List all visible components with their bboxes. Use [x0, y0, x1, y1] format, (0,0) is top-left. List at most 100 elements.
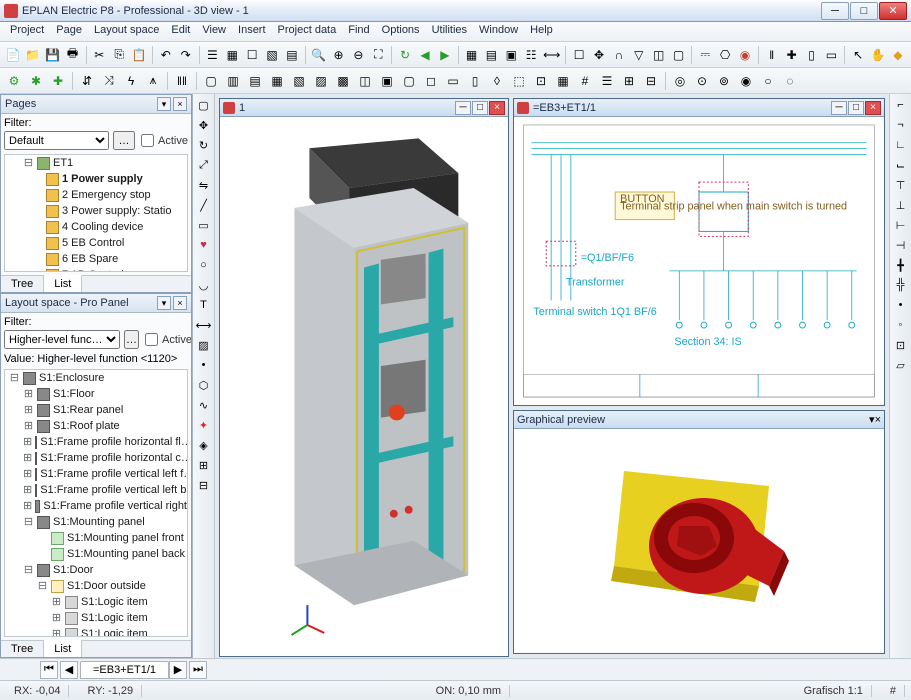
doc-nav-first-icon[interactable]: ⏮	[40, 661, 58, 679]
menu-layoutspace[interactable]: Layout space	[88, 22, 165, 41]
doc-nav-last-icon[interactable]: ⏭	[189, 661, 207, 679]
expand-icon[interactable]: ⊞	[23, 418, 34, 434]
tb-select-icon[interactable]: ☐	[570, 45, 588, 65]
pages-tree-item[interactable]: 5 EB Control	[5, 235, 187, 251]
tb2-m1-icon[interactable]: ▢	[201, 71, 221, 91]
layout-tree-item[interactable]: ⊞S1:Logic item	[5, 610, 187, 626]
tb-frame-icon[interactable]: ▯	[803, 45, 821, 65]
pages-tree-item[interactable]: 2 Emergency stop	[5, 187, 187, 203]
vtr-12-icon[interactable]: ◦	[892, 316, 910, 334]
tb2-m7-icon[interactable]: ▩	[333, 71, 353, 91]
tb-cut-icon[interactable]: ✂	[90, 45, 108, 65]
layout-tree-item[interactable]: ⊟S1:Mounting panel	[5, 514, 187, 530]
tb2-m15-icon[interactable]: ⬚	[509, 71, 529, 91]
layout-tree-item[interactable]: ⊞S1:Logic item	[5, 594, 187, 610]
tb2-n6-icon[interactable]: ◌	[780, 71, 800, 91]
expand-icon[interactable]: ⊞	[23, 434, 32, 450]
minimize-button[interactable]: ─	[821, 2, 849, 20]
tb-magnet-icon[interactable]: ∩	[610, 45, 628, 65]
tb-zoom-area-icon[interactable]: 🔍	[310, 45, 328, 65]
pages-tree-item[interactable]: 3 Power supply: Statio	[5, 203, 187, 219]
menu-insert[interactable]: Insert	[232, 22, 272, 41]
tree-root[interactable]: ⊟ET1	[5, 155, 187, 171]
tb2-m5-icon[interactable]: ▧	[289, 71, 309, 91]
filter-select[interactable]: Higher-level func…	[4, 330, 120, 349]
tb2-m3-icon[interactable]: ▤	[245, 71, 265, 91]
tb2-m21-icon[interactable]: ⊟	[641, 71, 661, 91]
vt-dim-icon[interactable]: ⟷	[195, 316, 213, 334]
vt-select-icon[interactable]: ▢	[195, 96, 213, 114]
tb2-lines-icon[interactable]: ‖‖	[172, 71, 192, 91]
tb2-m4-icon[interactable]: ▦	[267, 71, 287, 91]
window-close-icon[interactable]: ×	[865, 101, 881, 115]
vtr-10-icon[interactable]: ╬	[892, 276, 910, 294]
tb2-merge-icon[interactable]: ϟ	[121, 71, 141, 91]
vtr-2-icon[interactable]: ¬	[892, 116, 910, 134]
tb-calendar-icon[interactable]: ▤	[283, 45, 301, 65]
tb2-m6-icon[interactable]: ▨	[311, 71, 331, 91]
tb-zoom-in-icon[interactable]: ⊕	[330, 45, 348, 65]
expand-icon[interactable]: ⊞	[23, 402, 34, 418]
tb2-link-icon[interactable]: ⇵	[77, 71, 97, 91]
tb2-puzzle-icon[interactable]: ✱	[26, 71, 46, 91]
layout-tree-item[interactable]: S1:Mounting panel back	[5, 546, 187, 562]
vt-scale-icon[interactable]: ⤢	[195, 156, 213, 174]
vtr-9-icon[interactable]: ╋	[892, 256, 910, 274]
menu-options[interactable]: Options	[376, 22, 426, 41]
layout-tree-item[interactable]: ⊞S1:Floor	[5, 386, 187, 402]
tb-net-icon[interactable]: ◉	[736, 45, 754, 65]
vtr-11-icon[interactable]: •	[892, 296, 910, 314]
tb2-n4-icon[interactable]: ◉	[736, 71, 756, 91]
tb-align-icon[interactable]: ☷	[522, 45, 540, 65]
maximize-button[interactable]: □	[850, 2, 878, 20]
tb2-plus-icon[interactable]: ✚	[48, 71, 68, 91]
vt-arc-icon[interactable]: ◡	[195, 276, 213, 294]
tb2-n1-icon[interactable]: ◎	[670, 71, 690, 91]
tb-arrow-left-icon[interactable]: ◀	[416, 45, 434, 65]
tb-snap-icon[interactable]: ▣	[502, 45, 520, 65]
panel-close-icon[interactable]: ×	[875, 414, 881, 426]
tb2-m18-icon[interactable]: #	[575, 71, 595, 91]
tb-redo-icon[interactable]: ↷	[177, 45, 195, 65]
filter-active-checkbox[interactable]	[141, 134, 154, 147]
tb-move-icon[interactable]: ✥	[590, 45, 608, 65]
tb2-m9-icon[interactable]: ▣	[377, 71, 397, 91]
vt-poly-icon[interactable]: ⬡	[195, 376, 213, 394]
expand-icon[interactable]: ⊞	[23, 450, 32, 466]
expand-icon[interactable]: ⊞	[51, 626, 62, 637]
doc-nav-next-icon[interactable]: ▶	[169, 661, 187, 679]
tb-arrow-right-icon[interactable]: ▶	[436, 45, 454, 65]
tb-copy-icon[interactable]: ⎘	[110, 45, 128, 65]
vt-circle-icon[interactable]: ○	[195, 256, 213, 274]
expand-icon[interactable]: ⊞	[51, 594, 62, 610]
tb-page-nav-icon[interactable]: ▧	[263, 45, 281, 65]
vt-rect-icon[interactable]: ▭	[195, 216, 213, 234]
layout-tree-item[interactable]: ⊞S1:Frame profile vertical right	[5, 498, 187, 514]
pages-tree-item[interactable]: 6 EB Spare	[5, 251, 187, 267]
vt-move-icon[interactable]: ✥	[195, 116, 213, 134]
tb-connect-icon[interactable]: ⎔	[716, 45, 734, 65]
layout-tree-item[interactable]: ⊟S1:Door outside	[5, 578, 187, 594]
expand-icon[interactable]: ⊟	[37, 578, 48, 594]
vtr-8-icon[interactable]: ⊣	[892, 236, 910, 254]
tb-wire-icon[interactable]: ⎓	[696, 45, 714, 65]
tb2-n5-icon[interactable]: ○	[758, 71, 778, 91]
vt-rotate-icon[interactable]: ↻	[195, 136, 213, 154]
panel-close-icon[interactable]: ×	[173, 97, 187, 111]
tab-list[interactable]: List	[44, 275, 82, 292]
menu-utilities[interactable]: Utilities	[426, 22, 473, 41]
tb2-n3-icon[interactable]: ⊚	[714, 71, 734, 91]
vtr-6-icon[interactable]: ⊥	[892, 196, 910, 214]
tb-cross-icon[interactable]: ✚	[783, 45, 801, 65]
panel-pin-icon[interactable]: ▾	[157, 97, 171, 111]
layout-tree-item[interactable]: ⊞S1:Logic item	[5, 626, 187, 637]
document-tab[interactable]: =EB3+ET1/1	[80, 661, 169, 679]
vt-text-icon[interactable]: T	[195, 296, 213, 314]
window-min-icon[interactable]: ─	[455, 101, 471, 115]
layout-tree-item[interactable]: ⊞S1:Frame profile vertical left f…	[5, 466, 187, 482]
tb2-m19-icon[interactable]: ☰	[597, 71, 617, 91]
menu-find[interactable]: Find	[342, 22, 375, 41]
tb2-m14-icon[interactable]: ◊	[487, 71, 507, 91]
tb2-spread-icon[interactable]: ⩚	[143, 71, 163, 91]
close-button[interactable]: ✕	[879, 2, 907, 20]
